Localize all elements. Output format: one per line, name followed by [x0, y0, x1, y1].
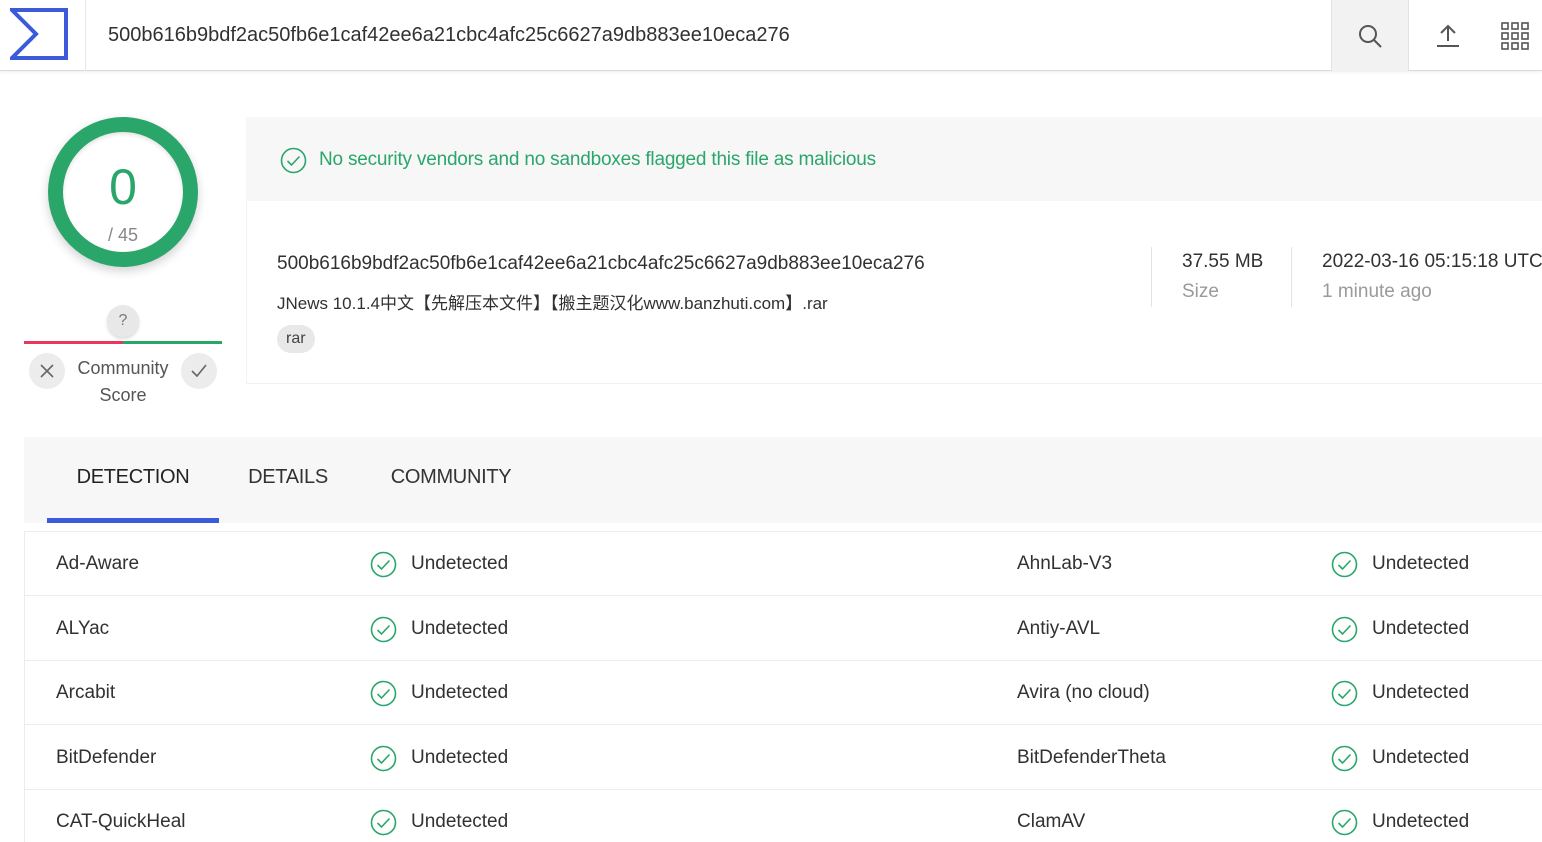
virustotal-logo-icon[interactable]: [0, 0, 86, 71]
vendor-name: Antiy-AVL: [1017, 618, 1101, 639]
divider: [1151, 247, 1152, 307]
vendor-name: ALYac: [56, 618, 110, 639]
vendor-name: AhnLab-V3: [1017, 553, 1113, 574]
vendor-name: BitDefenderTheta: [1017, 747, 1166, 768]
report-tabs: DETECTION DETAILS COMMUNITY: [24, 437, 1542, 523]
close-icon: [40, 364, 54, 378]
analysis-date-relative: 1 minute ago: [1322, 281, 1432, 302]
vendor-result: Undetected: [411, 811, 509, 832]
vendor-name: Arcabit: [56, 682, 116, 703]
top-bar: [0, 0, 1542, 71]
check-circle-icon: [370, 809, 397, 836]
vendor-result: Undetected: [411, 618, 509, 639]
table-row: Ad-Aware Undetected AhnLab-V3 Undetected: [25, 532, 1542, 596]
vendor-result: Undetected: [1372, 553, 1470, 574]
check-circle-icon: [280, 147, 307, 174]
table-row: Arcabit Undetected Avira (no cloud) Unde…: [25, 661, 1542, 725]
vendor-name: CAT-QuickHeal: [56, 811, 186, 832]
score-inner: 0 / 45: [63, 132, 183, 252]
detection-score-gauge: 0 / 45: [48, 117, 198, 267]
check-circle-icon: [370, 680, 397, 707]
tab-detection[interactable]: DETECTION: [47, 437, 219, 523]
file-hash[interactable]: 500b616b9bdf2ac50fb6e1caf42ee6a21cbc4afc…: [277, 253, 925, 275]
community-bar-malicious: [24, 341, 123, 344]
check-icon: [191, 364, 207, 378]
upload-button[interactable]: [1409, 0, 1487, 71]
vendor-name: ClamAV: [1017, 811, 1086, 832]
vendor-result: Undetected: [411, 682, 509, 703]
check-circle-icon: [1331, 616, 1358, 643]
table-row: BitDefender Undetected BitDefenderTheta …: [25, 726, 1542, 790]
community-label-line2: Score: [99, 385, 147, 405]
detection-count: 0: [109, 159, 137, 215]
search-input[interactable]: [86, 0, 1331, 71]
table-row: CAT-QuickHeal Undetected ClamAV Undetect…: [25, 790, 1542, 842]
vendor-result: Undetected: [1372, 618, 1470, 639]
community-score-value: ?: [107, 305, 139, 337]
search-field[interactable]: [86, 0, 1331, 71]
vendor-name: BitDefender: [56, 747, 157, 768]
divider: [1291, 247, 1292, 307]
file-size-value: 37.55 MB: [1182, 251, 1264, 272]
vendor-name: Ad-Aware: [56, 553, 140, 574]
check-circle-icon: [1331, 745, 1358, 772]
check-circle-icon: [1331, 809, 1358, 836]
apps-button[interactable]: [1487, 0, 1542, 71]
verdict-text: No security vendors and no sandboxes fla…: [319, 149, 876, 170]
vote-malicious-button[interactable]: [29, 353, 65, 389]
check-circle-icon: [370, 745, 397, 772]
file-name: JNews 10.1.4中文【先解压本文件】【搬主题汉化www.banzhuti…: [277, 294, 828, 313]
tab-details[interactable]: DETAILS: [231, 437, 345, 523]
vendor-result: Undetected: [1372, 682, 1470, 703]
search-icon: [1359, 24, 1382, 48]
table-row: ALYac Undetected Antiy-AVL Undetected: [25, 597, 1542, 661]
vendor-result: Undetected: [1372, 811, 1470, 832]
verdict-banner: No security vendors and no sandboxes fla…: [246, 117, 1542, 201]
vendor-result: Undetected: [411, 553, 509, 574]
apps-grid-icon: [1500, 21, 1529, 50]
check-circle-icon: [1331, 551, 1358, 578]
community-score-label: Community Score: [68, 355, 178, 409]
file-tag[interactable]: rar: [277, 325, 315, 353]
check-circle-icon: [370, 551, 397, 578]
vendor-result: Undetected: [411, 747, 509, 768]
file-info-card: 500b616b9bdf2ac50fb6e1caf42ee6a21cbc4afc…: [246, 201, 1542, 384]
tab-community[interactable]: COMMUNITY: [371, 437, 531, 523]
vote-harmless-button[interactable]: [181, 353, 217, 389]
community-label-line1: Community: [77, 358, 169, 378]
check-circle-icon: [1331, 680, 1358, 707]
upload-icon: [1437, 24, 1459, 47]
community-bar-harmless: [123, 341, 222, 344]
file-size-label: Size: [1182, 281, 1219, 302]
vendor-name: Avira (no cloud): [1017, 682, 1150, 703]
search-button[interactable]: [1331, 0, 1409, 71]
check-circle-icon: [370, 616, 397, 643]
analysis-date-value: 2022-03-16 05:15:18 UTC: [1322, 251, 1542, 272]
vendor-result: Undetected: [1372, 747, 1470, 768]
detection-table: Ad-Aware Undetected AhnLab-V3 Undetected…: [24, 531, 1542, 842]
active-tab-indicator: [47, 518, 219, 523]
detection-total: / 45: [107, 225, 139, 245]
